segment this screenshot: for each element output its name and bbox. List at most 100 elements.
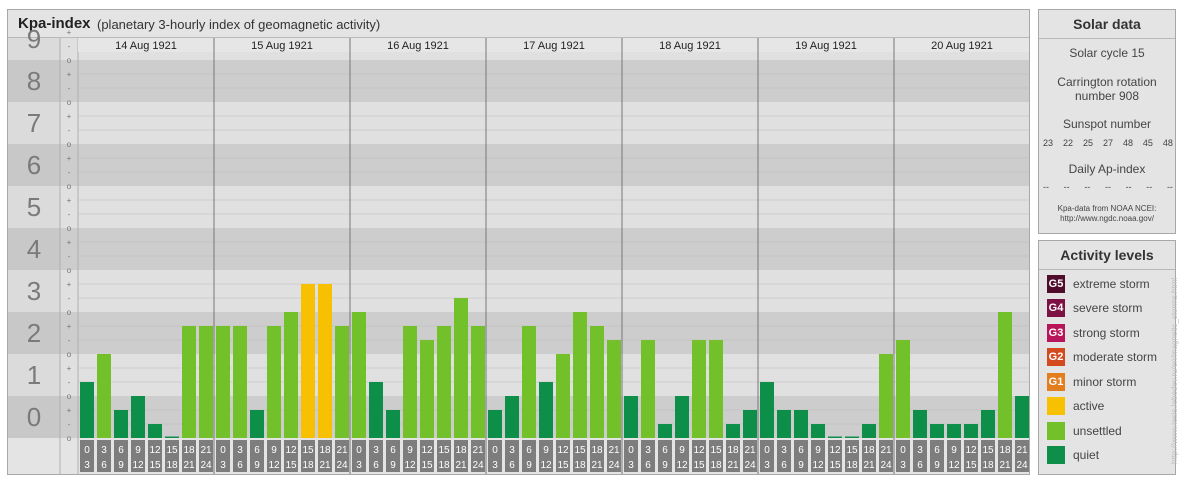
activity-levels-panel: Activity levels G5 extreme storm G4 seve…	[1038, 240, 1176, 475]
y-subtick-label: o	[67, 224, 72, 233]
day-label: 16 Aug 1921	[387, 40, 449, 52]
solar-cycle: Solar cycle 15	[1069, 46, 1145, 60]
interval-start-label: 12	[149, 445, 161, 456]
interval-end-label: 15	[285, 460, 297, 471]
sunspot-value: 45	[1142, 138, 1153, 148]
kp-bar	[675, 396, 689, 438]
interval-end-label: 3	[356, 460, 362, 471]
sunspot-value: 48	[1162, 138, 1173, 148]
interval-start-label: 9	[815, 445, 821, 456]
kp-bar	[199, 325, 213, 438]
interval-start-label: 12	[285, 445, 297, 456]
ap-value: --	[1146, 182, 1153, 192]
kp-bar	[539, 382, 553, 438]
kp-bar	[641, 340, 655, 438]
y-subtick-label: o	[67, 98, 72, 107]
y-tick-label: 1	[27, 360, 41, 390]
active-swatch	[1047, 397, 1065, 415]
ap-value: --	[1063, 182, 1070, 192]
kp-bar	[165, 436, 179, 438]
y-subtick-label: o	[67, 350, 72, 359]
kp-bar	[182, 325, 196, 438]
kp-bar	[216, 325, 230, 438]
y-subtick-label: +	[67, 154, 72, 163]
kp-bar	[811, 424, 825, 438]
kp-bar	[709, 340, 723, 438]
interval-end-label: 9	[934, 460, 940, 471]
interval-end-label: 18	[438, 460, 450, 471]
y-tick-label: 6	[27, 150, 41, 180]
y-tick-label: 9	[27, 24, 41, 54]
legend-item-minor-storm: G1 minor storm	[1047, 372, 1136, 392]
y-subtick-label: o	[67, 266, 72, 275]
sunspot-value: 25	[1082, 138, 1093, 148]
kp-bar	[471, 325, 485, 438]
kp-bar	[896, 340, 910, 438]
band-row	[8, 102, 1029, 144]
interval-start-label: 0	[492, 445, 498, 456]
interval-end-label: 21	[727, 460, 739, 471]
watermark-text: http://www.tesis.lebedev.ru/en/magnetic_…	[1170, 277, 1179, 464]
interval-start-label: 21	[608, 445, 620, 456]
interval-end-label: 12	[268, 460, 280, 471]
y-tick-label: 7	[27, 108, 41, 138]
kp-bar	[964, 424, 978, 438]
interval-start-label: 18	[591, 445, 603, 456]
interval-end-label: 9	[118, 460, 124, 471]
day-label: 19 Aug 1921	[795, 40, 857, 52]
interval-end-label: 3	[900, 460, 906, 471]
y-subtick-label: +	[67, 406, 72, 415]
interval-end-label: 15	[557, 460, 569, 471]
interval-start-label: 18	[999, 445, 1011, 456]
interval-end-label: 9	[526, 460, 532, 471]
interval-start-label: 12	[829, 445, 841, 456]
interval-end-label: 12	[540, 460, 552, 471]
interval-start-label: 6	[662, 445, 668, 456]
interval-end-label: 24	[336, 460, 348, 471]
interval-start-label: 9	[271, 445, 277, 456]
y-subtick-label: o	[67, 308, 72, 317]
band-row	[8, 354, 1029, 396]
y-tick-label: 0	[27, 402, 41, 432]
band-row	[8, 312, 1029, 354]
kp-bar	[590, 325, 604, 438]
legend-label: quiet	[1073, 448, 1100, 462]
interval-end-label: 15	[421, 460, 433, 471]
interval-end-label: 24	[744, 460, 756, 471]
y-tick-label: 3	[27, 276, 41, 306]
kp-bar	[947, 424, 961, 438]
interval-start-label: 3	[645, 445, 651, 456]
legend-item-unsettled: unsettled	[1047, 421, 1122, 441]
ap-value: --	[1084, 182, 1091, 192]
g3-badge: G3	[1047, 324, 1065, 342]
interval-end-label: 3	[628, 460, 634, 471]
interval-end-label: 12	[676, 460, 688, 471]
interval-start-label: 6	[254, 445, 260, 456]
sunspot-value: 48	[1122, 138, 1133, 148]
interval-end-label: 15	[965, 460, 977, 471]
interval-start-label: 6	[934, 445, 940, 456]
interval-start-label: 0	[764, 445, 770, 456]
interval-start-label: 9	[407, 445, 413, 456]
kp-bar	[845, 436, 859, 438]
ap-value: --	[1166, 182, 1173, 192]
kp-bar	[454, 298, 468, 438]
interval-start-label: 21	[1016, 445, 1028, 456]
kp-bar	[556, 354, 570, 438]
kpa-chart-panel: Kpa-index (planetary 3-hourly index of g…	[7, 9, 1030, 475]
legend-item-quiet: quiet	[1047, 445, 1099, 465]
interval-start-label: 0	[356, 445, 362, 456]
interval-end-label: 24	[472, 460, 484, 471]
y-subtick-label: -	[68, 252, 71, 261]
y-subtick-label: +	[67, 70, 72, 79]
interval-start-label: 21	[472, 445, 484, 456]
interval-start-label: 21	[880, 445, 892, 456]
data-credit-link[interactable]: http://www.ngdc.noaa.gov/	[1039, 214, 1175, 224]
interval-start-label: 3	[509, 445, 515, 456]
sunspot-value: 22	[1062, 138, 1073, 148]
interval-start-label: 3	[237, 445, 243, 456]
interval-end-label: 15	[829, 460, 841, 471]
y-subtick-label: +	[67, 238, 72, 247]
interval-end-label: 12	[132, 460, 144, 471]
g1-badge: G1	[1047, 373, 1065, 391]
